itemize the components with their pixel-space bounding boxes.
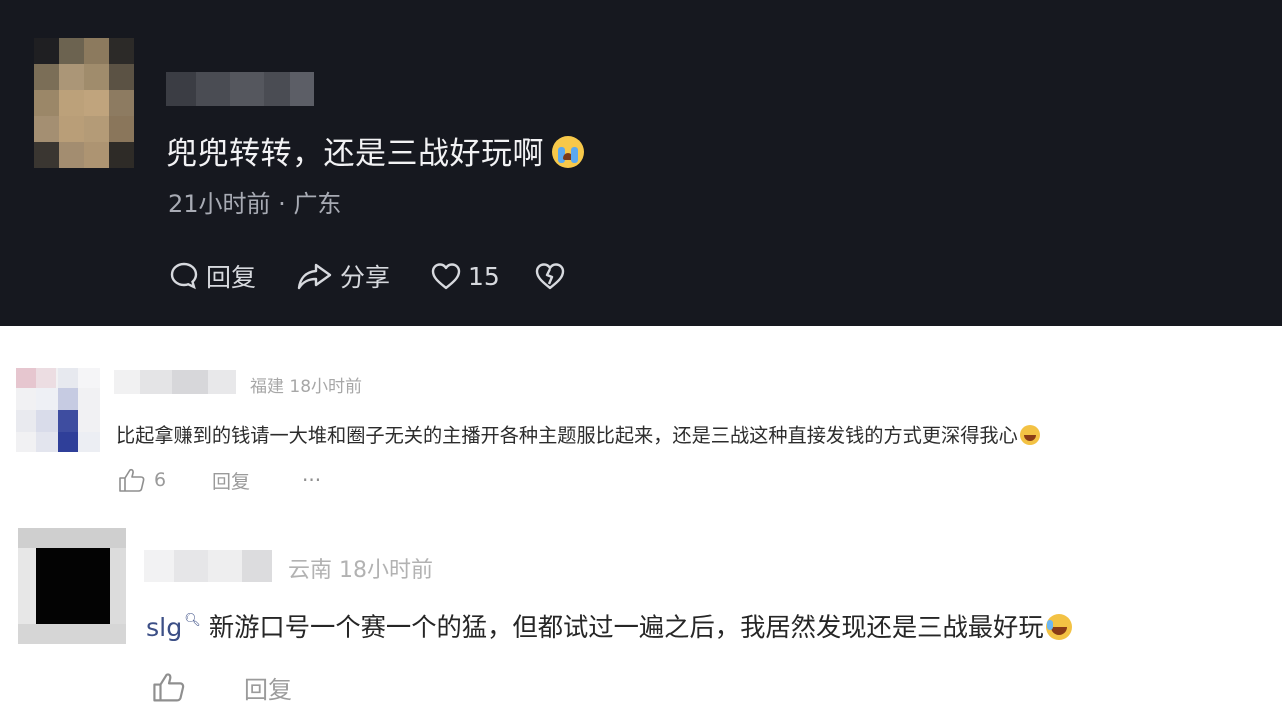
comment-card-2: 福建 18小时前 比起拿赚到的钱请一大堆和圈子无关的主播开各种主题服比起来，还是… bbox=[0, 344, 1282, 512]
broken-heart-icon bbox=[535, 263, 565, 290]
location: 云南 bbox=[288, 558, 333, 583]
comment-card-1: 兜兜转转，还是三战好玩啊 21小时前 · 广东 回复 分享 15 bbox=[0, 0, 1282, 326]
share-button[interactable]: 分享 bbox=[296, 256, 390, 296]
username-redacted[interactable] bbox=[166, 72, 314, 106]
reply-label: 回复 bbox=[206, 263, 257, 292]
heart-icon bbox=[431, 263, 461, 290]
more-options-icon: ··· bbox=[302, 468, 322, 492]
reply-label: 回复 bbox=[244, 675, 292, 704]
location: 福建 bbox=[250, 377, 284, 397]
comment-meta: 21小时前 · 广东 bbox=[168, 184, 341, 219]
comment-text: 比起拿赚到的钱请一大堆和圈子无关的主播开各种主题服比起来，还是三战这种直接发钱的… bbox=[116, 420, 1040, 448]
share-label: 分享 bbox=[340, 263, 391, 292]
comment-meta: 云南 18小时前 bbox=[288, 552, 433, 584]
avatar[interactable] bbox=[18, 528, 126, 644]
crying-face-emoji-icon bbox=[552, 136, 584, 168]
comment-text: 兜兜转转，还是三战好玩啊 bbox=[166, 128, 584, 173]
thumbs-up-icon bbox=[119, 468, 145, 492]
like-count: 6 bbox=[154, 469, 167, 491]
location: 广东 bbox=[293, 190, 342, 218]
comment-card-3: 云南 18小时前 slg 🔍︎ 新游口号一个赛一个的猛，但都试过一遍之后，我居然发… bbox=[0, 512, 1282, 714]
timestamp: 18小时前 bbox=[289, 377, 363, 397]
laughing-face-emoji-icon bbox=[1019, 425, 1040, 445]
share-arrow-icon bbox=[297, 263, 332, 290]
comment-text: slg 🔍︎ 新游口号一个赛一个的猛，但都试过一遍之后，我居然发现还是三战最好玩 bbox=[146, 608, 1072, 644]
timestamp: 21小时前 bbox=[168, 190, 271, 218]
reply-button[interactable]: 回复 bbox=[244, 670, 292, 704]
comment-body: 兜兜转转，还是三战好玩啊 bbox=[166, 136, 544, 172]
reply-button[interactable]: 回复 bbox=[168, 256, 256, 296]
avatar[interactable] bbox=[34, 38, 134, 168]
laughing-tears-emoji-icon bbox=[1045, 614, 1072, 640]
avatar[interactable] bbox=[16, 368, 100, 452]
timestamp: 18小时前 bbox=[339, 558, 434, 583]
username-redacted[interactable] bbox=[114, 370, 236, 394]
username-redacted[interactable] bbox=[144, 550, 272, 582]
thumbs-up-icon bbox=[153, 673, 185, 702]
like-button[interactable]: 15 bbox=[430, 256, 500, 296]
reply-button[interactable]: 回复 bbox=[212, 466, 250, 494]
like-button[interactable]: 6 bbox=[118, 466, 166, 494]
comment-body: 比起拿赚到的钱请一大堆和圈子无关的主播开各种主题服比起来，还是三战这种直接发钱的… bbox=[116, 424, 1018, 447]
comment-bubble-icon bbox=[170, 262, 198, 290]
search-icon: 🔍︎ bbox=[184, 613, 201, 628]
reply-label: 回复 bbox=[212, 470, 251, 493]
like-button[interactable] bbox=[152, 670, 186, 704]
more-options-button[interactable]: ··· bbox=[302, 466, 321, 494]
topic-tag-label: slg bbox=[146, 613, 183, 642]
topic-tag-link[interactable]: slg 🔍︎ bbox=[146, 613, 201, 642]
comment-meta: 福建 18小时前 bbox=[250, 372, 362, 397]
like-count: 15 bbox=[468, 261, 500, 291]
comment-body: 新游口号一个赛一个的猛，但都试过一遍之后，我居然发现还是三战最好玩 bbox=[208, 613, 1044, 642]
meta-separator: · bbox=[270, 190, 294, 218]
dislike-button[interactable] bbox=[534, 256, 566, 296]
